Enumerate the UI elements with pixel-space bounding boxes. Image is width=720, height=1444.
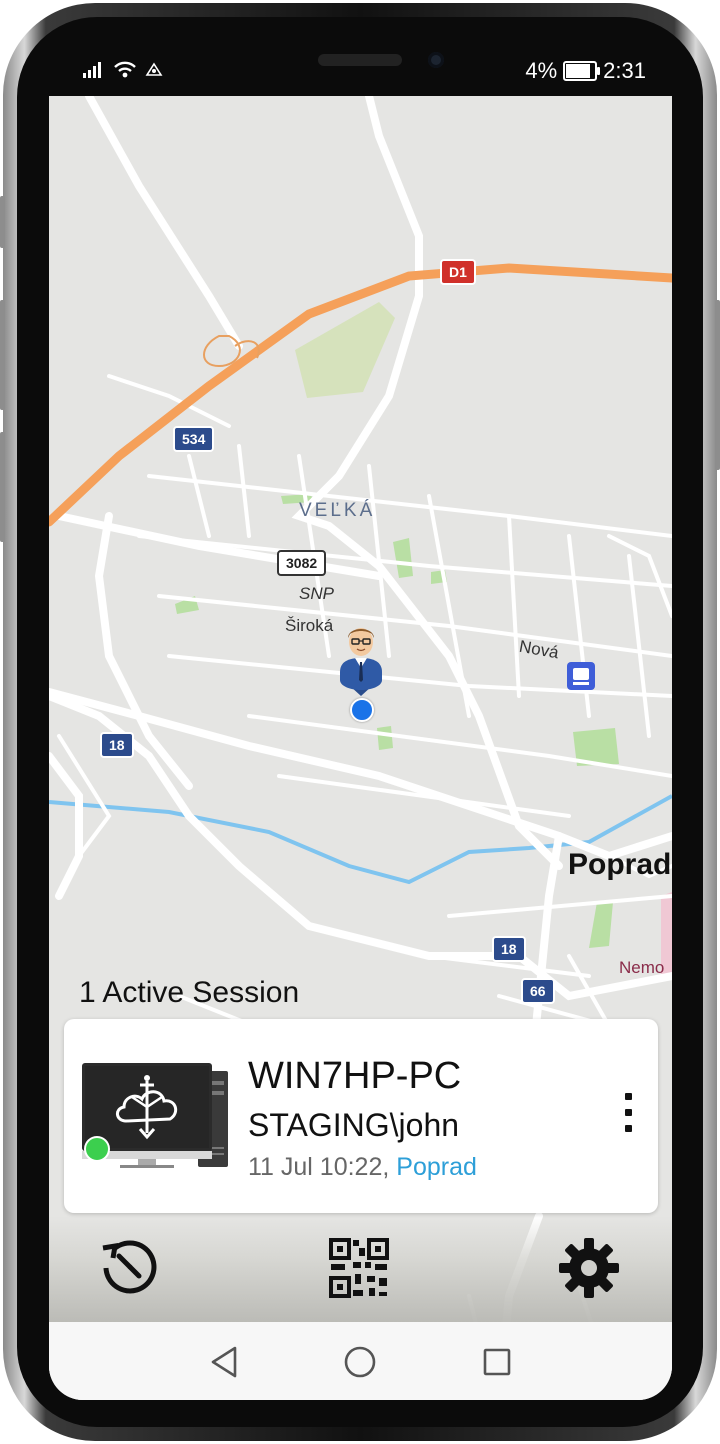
online-status-dot bbox=[84, 1136, 110, 1162]
session-meta: 11 Jul 10:22, Poprad bbox=[248, 1153, 477, 1182]
phone-side-button bbox=[0, 432, 5, 542]
recents-icon[interactable] bbox=[477, 1342, 517, 1382]
bottom-toolbar bbox=[49, 1216, 672, 1322]
road-shield-18: 18 bbox=[100, 732, 134, 758]
battery-fill bbox=[566, 64, 591, 78]
session-datetime: 11 Jul 10:22 bbox=[248, 1153, 383, 1181]
notification-icon bbox=[145, 62, 163, 76]
history-icon[interactable] bbox=[99, 1236, 161, 1298]
battery-percent: 4% bbox=[525, 58, 558, 83]
session-more-menu-icon[interactable] bbox=[620, 1093, 636, 1139]
gear-icon[interactable] bbox=[559, 1238, 619, 1298]
phone-side-button bbox=[0, 196, 5, 248]
android-navigation-bar bbox=[49, 1322, 672, 1400]
status-icons-right: 4% 2:31 bbox=[525, 58, 646, 84]
home-icon[interactable] bbox=[340, 1342, 380, 1382]
phone-power-button bbox=[715, 300, 720, 470]
road-shield-d1: D1 bbox=[440, 259, 476, 285]
clock: 2:31 bbox=[603, 58, 646, 83]
user-avatar-marker[interactable] bbox=[338, 624, 384, 696]
road-shield-18: 18 bbox=[492, 936, 526, 962]
status-icons-left bbox=[83, 60, 163, 78]
battery-icon bbox=[563, 61, 601, 81]
wifi-icon bbox=[114, 61, 136, 78]
road-shield-66: 66 bbox=[521, 978, 555, 1004]
phone-side-button bbox=[0, 300, 5, 410]
session-meta-separator: , bbox=[382, 1153, 397, 1181]
app-screen: VEĽKÁ SNP Široká Nová Poprad Nemo D1 534… bbox=[49, 96, 672, 1400]
map-poi-label: Nemo bbox=[619, 958, 665, 977]
qr-code-icon[interactable] bbox=[329, 1238, 389, 1298]
session-card[interactable]: WIN7HP-PC STAGING\john 11 Jul 10:22, Pop… bbox=[64, 1019, 658, 1213]
road-shield-3082: 3082 bbox=[277, 550, 327, 576]
map-street-label: SNP bbox=[299, 584, 334, 603]
session-host-name: WIN7HP-PC bbox=[248, 1055, 462, 1097]
map-city-label: Poprad bbox=[568, 848, 672, 881]
active-sessions-label: 1 Active Session bbox=[79, 976, 300, 1009]
road-shield-534: 534 bbox=[173, 426, 215, 452]
map-district-label: VEĽKÁ bbox=[299, 500, 376, 521]
current-location-dot bbox=[350, 698, 374, 722]
back-icon[interactable] bbox=[205, 1342, 245, 1382]
session-user-name: STAGING\john bbox=[248, 1107, 460, 1143]
signal-icon bbox=[83, 62, 101, 78]
map-street-label: Široká bbox=[285, 616, 334, 635]
session-location-link[interactable]: Poprad bbox=[396, 1153, 477, 1181]
status-bar: 4% 2:31 bbox=[49, 48, 672, 94]
